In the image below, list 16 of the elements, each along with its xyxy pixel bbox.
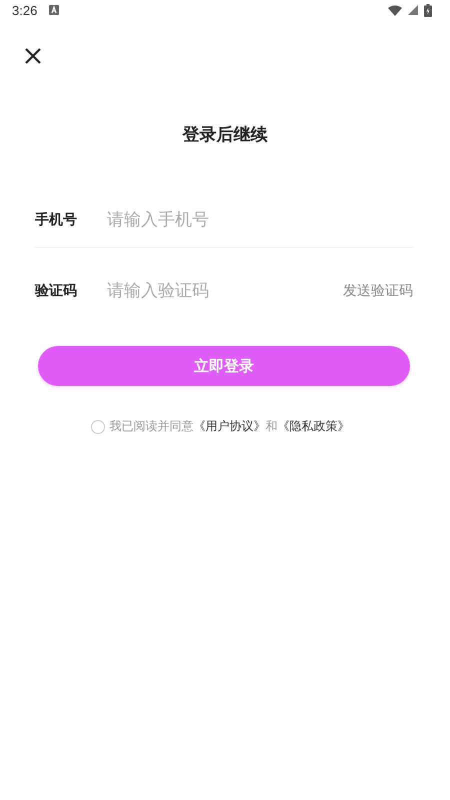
input-field[interactable]: 请输入手机号 xyxy=(107,210,413,230)
battery-icon xyxy=(424,4,432,16)
notification-icon xyxy=(49,5,60,15)
agreement-checkbox[interactable] xyxy=(90,420,104,434)
send-code-button[interactable]: 发送验证码 xyxy=(343,282,413,300)
field-label: 手机号 xyxy=(35,211,78,229)
page-title: 登录后继续 xyxy=(181,124,268,147)
user-agreement-link[interactable]: 《用户协议》 xyxy=(194,419,266,433)
field-label: 验证码 xyxy=(35,282,78,300)
wifi-icon xyxy=(388,4,402,16)
close-icon[interactable] xyxy=(25,48,41,64)
privacy-policy-link[interactable]: 《隐私政策》 xyxy=(278,419,350,433)
signal-icon xyxy=(408,5,418,15)
input-field[interactable]: 请输入验证码 xyxy=(107,281,343,301)
status-time: 3:26 xyxy=(12,2,38,18)
agreement-text: 我已阅读并同意《用户协议》和《隐私政策》 xyxy=(110,418,350,435)
